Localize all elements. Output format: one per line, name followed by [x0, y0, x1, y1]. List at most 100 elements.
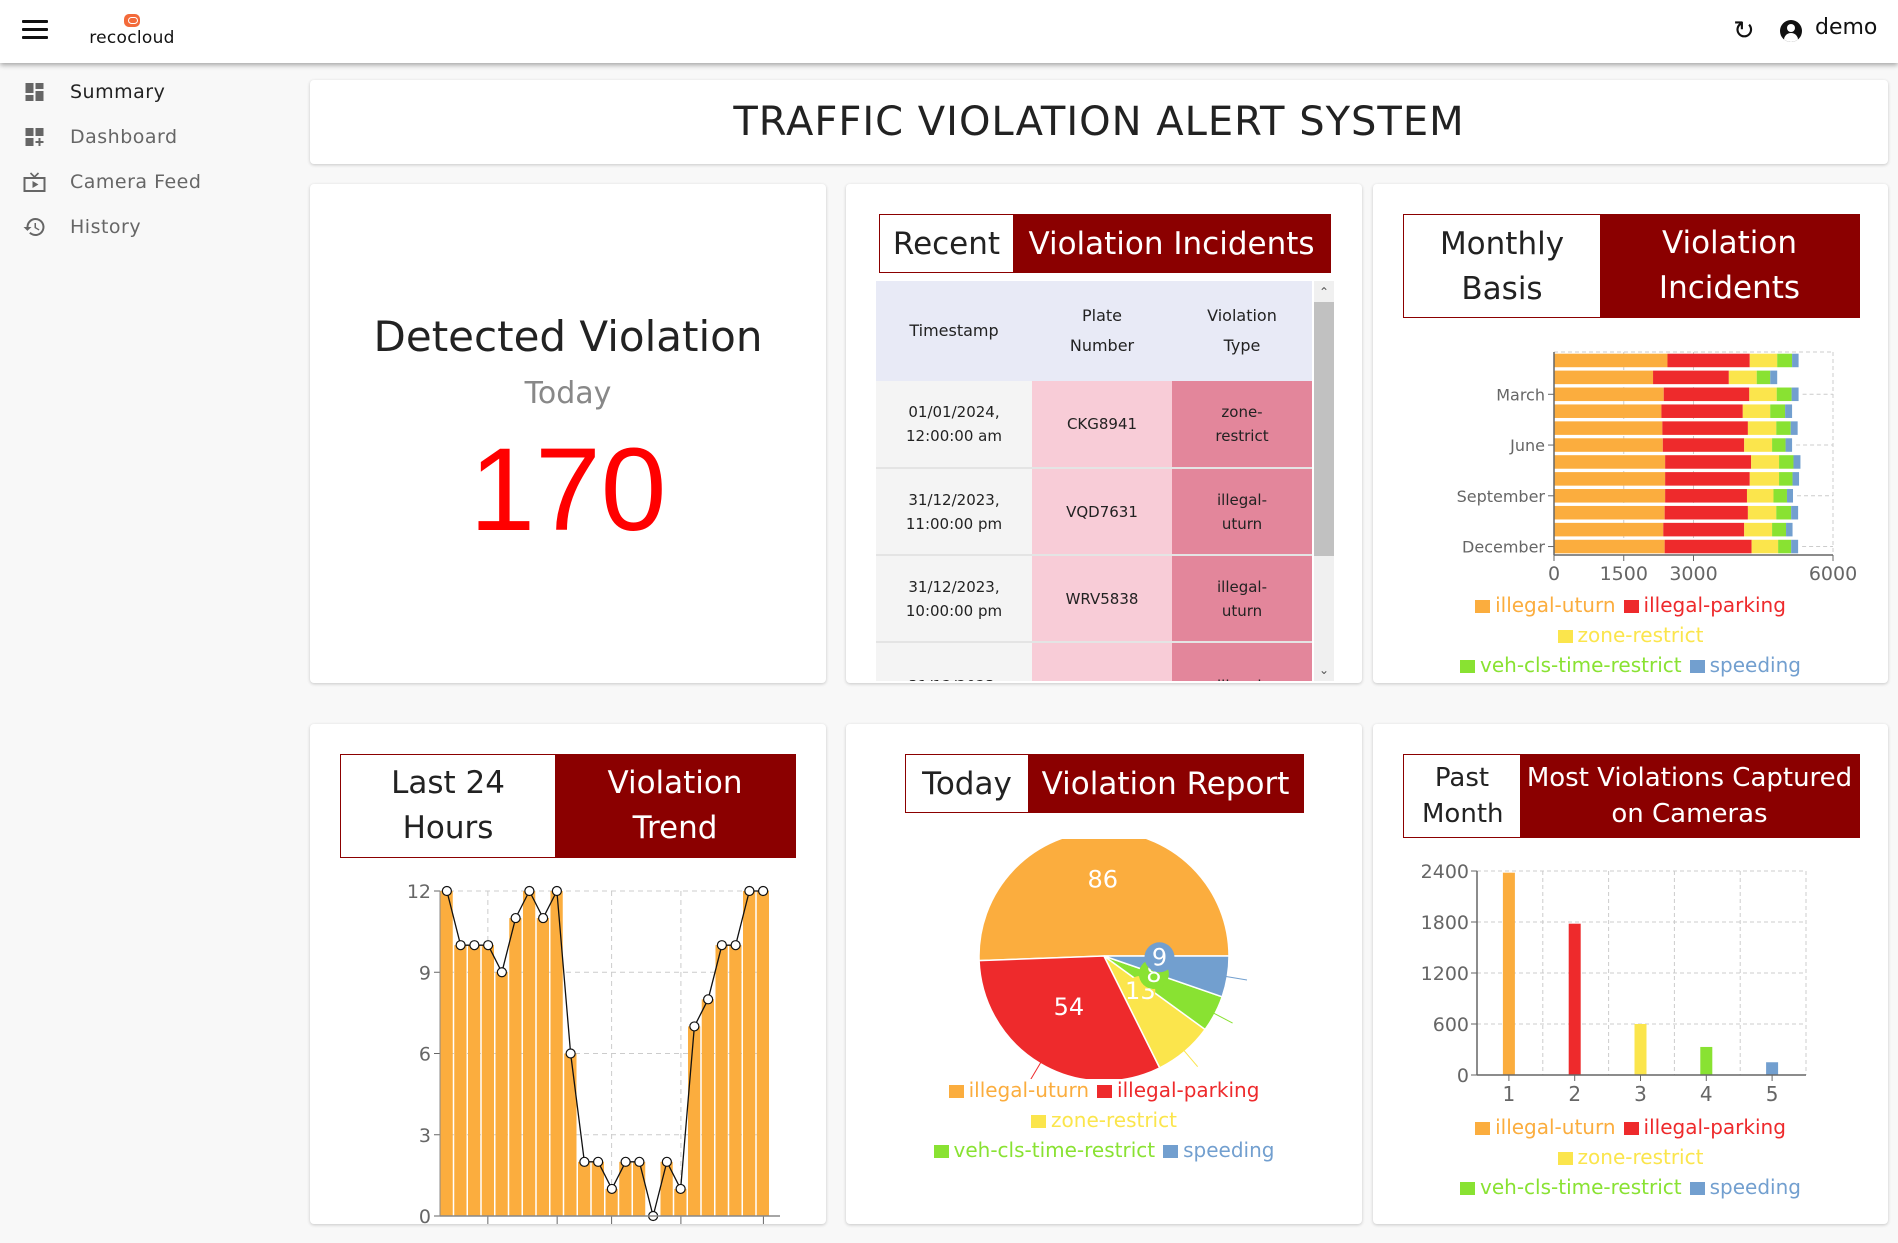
pie-legend-item-veh-cls-time-restrict[interactable]: veh-cls-time-restrict — [933, 1135, 1155, 1165]
data-point — [455, 940, 466, 951]
data-point — [620, 1156, 631, 1167]
timestamp-cell: 01/01/2024, 12:00:00 am — [876, 381, 1032, 469]
trend-24h-header: Last 24 Hours Violation Trend — [340, 754, 796, 858]
bar — [756, 891, 769, 1216]
sidebar-item-label: Dashboard — [70, 126, 178, 148]
table-row[interactable]: 31/12/2023, 10:00:00 pm WRV5838 illegal-utu… — [876, 555, 1312, 643]
bar — [440, 891, 453, 1216]
legend-label: illegal-uturn — [968, 1078, 1090, 1102]
sidebar-item-dashboard[interactable]: Dashboard — [0, 117, 290, 157]
bar-segment-illegal-parking — [1664, 505, 1748, 520]
violation-type-cell: illegal-uturn — [1172, 468, 1312, 556]
monthly-legend-item-speeding[interactable]: speeding — [1689, 650, 1801, 680]
table-row[interactable]: 31/12/2023, illegal- — [876, 642, 1312, 681]
camera-legend-item-zone-restrict[interactable]: zone-restrict — [1557, 1142, 1703, 1172]
sidebar-item-camera-feed[interactable]: Camera Feed — [0, 162, 290, 202]
sidebar-item-summary[interactable]: Summary — [0, 72, 290, 112]
bar — [481, 945, 494, 1216]
bar-segment-illegal-uturn — [1554, 505, 1665, 520]
account-circle-icon[interactable] — [1780, 20, 1802, 42]
monthly-legend-item-veh-cls-time-restrict[interactable]: veh-cls-time-restrict — [1460, 650, 1682, 680]
legend-label: speeding — [1709, 653, 1801, 677]
pie-legend-item-zone-restrict[interactable]: zone-restrict — [1031, 1105, 1177, 1135]
bar-segment-veh-cls-time-restrict — [1777, 353, 1793, 368]
camera-legend-item-speeding[interactable]: speeding — [1689, 1172, 1801, 1202]
bar-segment-speeding — [1791, 505, 1799, 520]
bar — [578, 1161, 591, 1216]
sidebar-item-history[interactable]: History — [0, 207, 290, 247]
legend-label: zone-restrict — [1051, 1108, 1177, 1132]
bar-segment-veh-cls-time-restrict — [1772, 438, 1786, 452]
data-point — [565, 1048, 576, 1059]
timestamp-cell: 31/12/2023, 10:00:00 pm — [876, 555, 1032, 643]
pie-legend-item-speeding[interactable]: speeding — [1163, 1135, 1274, 1165]
x-tick-label: 3 — [1634, 1082, 1647, 1106]
scroll-down-arrow-icon[interactable]: ⌄ — [1314, 660, 1334, 680]
recent-incidents-table-container[interactable]: Timestamp Plate Number Violation Type 01/0… — [876, 281, 1334, 681]
data-point — [716, 940, 727, 951]
camera-legend-item-illegal-uturn[interactable]: illegal-uturn — [1475, 1112, 1616, 1142]
timestamp-cell: 31/12/2023, — [876, 642, 1032, 681]
table-row[interactable]: 01/01/2024, 12:00:00 am CKG8941 zone-restri… — [876, 381, 1312, 469]
legend-label: speeding — [1183, 1138, 1275, 1162]
legend-swatch — [1031, 1115, 1047, 1128]
bar-segment-illegal-parking — [1665, 455, 1752, 469]
page-title: TRAFFIC VIOLATION ALERT SYSTEM — [733, 99, 1465, 145]
x-tick-label: 6000 — [1809, 563, 1857, 585]
bar — [495, 972, 508, 1216]
detected-violation-subtitle: Today — [524, 376, 612, 411]
table-row[interactable]: 31/12/2023, 11:00:00 pm VQD7631 illegal-utu… — [876, 468, 1312, 556]
camera-legend-item-illegal-parking[interactable]: illegal-parking — [1623, 1112, 1786, 1142]
dashboard-grid-icon — [25, 83, 44, 101]
legend-swatch — [1460, 1182, 1476, 1195]
camera-legend-item-veh-cls-time-restrict[interactable]: veh-cls-time-restrict — [1460, 1172, 1682, 1202]
y-tick-label: March — [1496, 385, 1545, 404]
bar-segment-speeding — [1785, 438, 1793, 452]
bar-segment-speeding — [1791, 539, 1799, 554]
bar-segment-illegal-parking — [1664, 539, 1752, 554]
data-point — [524, 885, 535, 897]
brand-logo[interactable]: recocloud — [82, 14, 182, 48]
scroll-up-arrow-icon[interactable]: ⌃ — [1314, 282, 1334, 302]
legend-swatch — [1475, 600, 1491, 613]
recent-incidents-table: Timestamp Plate Number Violation Type 01/0… — [876, 281, 1312, 681]
today-pie-chart: 86541389 — [978, 839, 1248, 1079]
data-point — [579, 1156, 590, 1167]
trend-24h-chart: 0 3 6 9 12 — [407, 881, 780, 1224]
legend-swatch — [1097, 1085, 1113, 1098]
data-point — [675, 1183, 686, 1195]
pie-legend-item-illegal-parking[interactable]: illegal-parking — [1097, 1075, 1259, 1105]
bar — [743, 891, 756, 1216]
timestamp-cell: 31/12/2023, 11:00:00 pm — [876, 468, 1032, 556]
sidebar-nav: Summary Dashboard Camera Feed History — [0, 63, 300, 1243]
camera-chart-legend: illegal-uturn illegal-parking zone-restric… — [1373, 1112, 1888, 1202]
monthly-legend-item-illegal-uturn[interactable]: illegal-uturn — [1475, 590, 1616, 620]
table-scrollbar-thumb[interactable] — [1314, 302, 1334, 556]
y-tick-label: 2400 — [1421, 861, 1469, 883]
bar-segment-veh-cls-time-restrict — [1770, 404, 1786, 418]
legend-swatch — [1557, 1152, 1573, 1165]
bar — [729, 945, 742, 1216]
pie-legend-item-illegal-uturn[interactable]: illegal-uturn — [948, 1075, 1090, 1105]
refresh-icon[interactable]: ↻ — [1733, 18, 1755, 44]
column-header-plate-number[interactable]: Plate Number — [1032, 281, 1172, 381]
username[interactable]: demo — [1815, 15, 1877, 40]
monthly-legend-item-zone-restrict[interactable]: zone-restrict — [1557, 620, 1703, 650]
legend-swatch — [1475, 1122, 1491, 1135]
bar-segment-veh-cls-time-restrict — [1779, 455, 1794, 469]
bar-camera-1 — [1502, 872, 1515, 1075]
data-point — [483, 940, 494, 951]
recent-incidents-header: Recent Violation Incidents — [879, 214, 1331, 273]
header-right-label: Most Violations Captured on Cameras — [1520, 755, 1859, 837]
legend-label: illegal-uturn — [1495, 1115, 1616, 1139]
column-header-violation-type[interactable]: Violation Type — [1172, 281, 1312, 381]
header-left-label: Recent — [880, 215, 1013, 272]
bar-segment-illegal-uturn — [1554, 421, 1663, 435]
bar-segment-veh-cls-time-restrict — [1778, 539, 1792, 554]
header-right-label: Violation Incidents — [1600, 215, 1859, 317]
bar-segment-speeding — [1793, 455, 1801, 469]
hamburger-menu-icon[interactable] — [22, 20, 48, 42]
column-header-timestamp[interactable]: Timestamp — [876, 281, 1032, 381]
bar — [701, 999, 714, 1216]
monthly-legend-item-illegal-parking[interactable]: illegal-parking — [1623, 590, 1786, 620]
